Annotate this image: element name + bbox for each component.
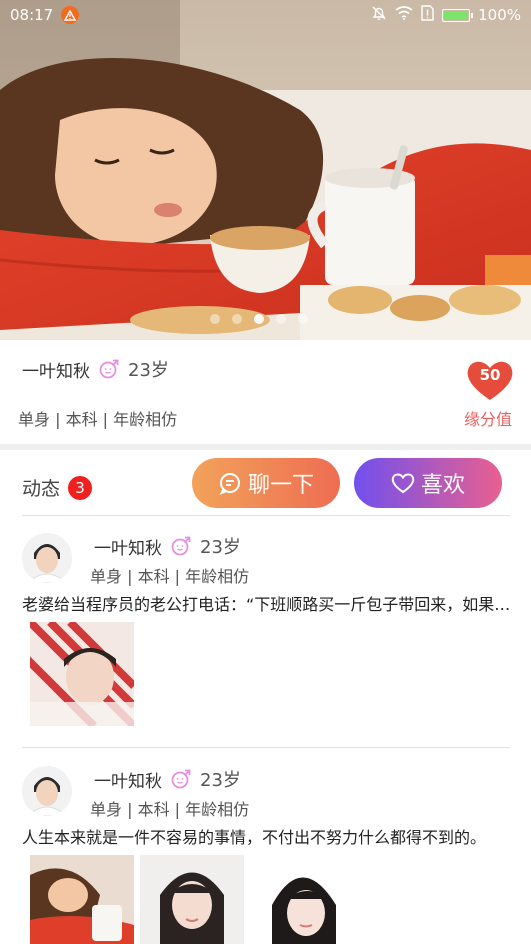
male-icon bbox=[98, 358, 120, 380]
carousel-dot[interactable] bbox=[232, 314, 242, 324]
post-image[interactable] bbox=[30, 622, 134, 726]
heart-icon: 50 bbox=[466, 358, 514, 402]
post-author-name: 一叶知秋 bbox=[94, 538, 162, 559]
avatar[interactable] bbox=[22, 533, 72, 583]
divider bbox=[22, 515, 510, 516]
status-time: 08:17 bbox=[10, 6, 54, 24]
feed-label: 动态 bbox=[22, 478, 61, 500]
post-author-tags: 单身 | 本科 | 年龄相仿 bbox=[90, 567, 250, 586]
profile-name: 一叶知秋 bbox=[22, 361, 90, 382]
fate-score-value: 50 bbox=[479, 366, 501, 384]
profile-age: 23岁 bbox=[128, 360, 169, 381]
post-image[interactable] bbox=[30, 855, 134, 944]
like-button[interactable]: 喜欢 bbox=[354, 458, 502, 508]
fate-score-label: 缘分值 bbox=[463, 410, 512, 429]
carousel-dot[interactable] bbox=[276, 314, 286, 324]
carousel-dot[interactable] bbox=[210, 314, 220, 324]
post-author-age: 23岁 bbox=[200, 770, 241, 791]
sim-alert-icon bbox=[421, 5, 434, 25]
action-row: 动态 3 聊一下 喜欢 bbox=[0, 450, 531, 516]
post-author-name: 一叶知秋 bbox=[94, 771, 162, 792]
avatar[interactable] bbox=[22, 766, 72, 816]
like-button-label: 喜欢 bbox=[420, 473, 465, 498]
post-text: 老婆给当程序员的老公打电话：“下班顺路买一斤包子带回来，如果看到卖西瓜的，买一个… bbox=[22, 595, 522, 614]
carousel-dots bbox=[210, 314, 308, 324]
carousel-dot-active[interactable] bbox=[254, 314, 264, 324]
battery-icon bbox=[442, 8, 474, 22]
divider bbox=[22, 747, 510, 748]
hero-banner[interactable] bbox=[0, 0, 531, 340]
post-image[interactable] bbox=[250, 855, 354, 944]
chat-bubble-icon bbox=[219, 473, 240, 495]
post-image[interactable] bbox=[140, 855, 244, 944]
mute-bell-icon bbox=[371, 5, 387, 25]
male-icon bbox=[170, 768, 192, 790]
post-author-tags: 单身 | 本科 | 年龄相仿 bbox=[90, 800, 250, 819]
status-bar: 08:17 100% bbox=[0, 0, 531, 30]
heart-outline-icon bbox=[391, 473, 415, 494]
warning-icon bbox=[61, 6, 80, 24]
post-text: 人生本来就是一件不容易的事情，不付出不努力什么都得不到的。 bbox=[22, 828, 487, 847]
feed-post[interactable]: 一叶知秋 23岁 单身 | 本科 | 年龄相仿 人生本来就是一件不容易的事情，不… bbox=[0, 766, 531, 944]
feed-post[interactable]: 一叶知秋 23岁 单身 | 本科 | 年龄相仿 老婆给当程序员的老公打电话：“下… bbox=[0, 533, 531, 733]
banner-photo bbox=[0, 0, 531, 340]
profile-tags: 单身 | 本科 | 年龄相仿 bbox=[18, 410, 178, 429]
wifi-icon bbox=[395, 6, 413, 24]
carousel-dot[interactable] bbox=[298, 314, 308, 324]
chat-button-label: 聊一下 bbox=[247, 473, 314, 498]
post-author-age: 23岁 bbox=[200, 537, 241, 558]
feed-count-badge: 3 bbox=[68, 475, 93, 500]
profile-section: 一叶知秋 23岁 单身 | 本科 | 年龄相仿 50 缘分值 bbox=[0, 340, 531, 444]
male-icon bbox=[170, 535, 192, 557]
fate-score: 50 缘分值 bbox=[462, 358, 518, 430]
chat-button[interactable]: 聊一下 bbox=[192, 458, 340, 508]
battery-percent: 100% bbox=[478, 6, 521, 24]
feed-tab[interactable]: 动态 3 bbox=[22, 474, 93, 501]
